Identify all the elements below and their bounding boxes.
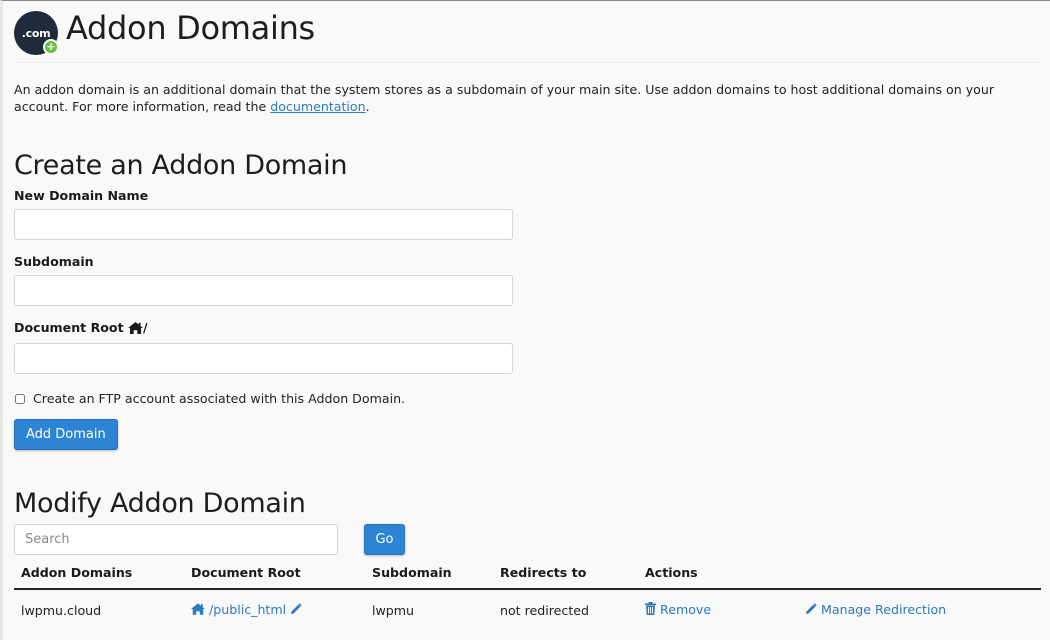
manage-redirection-label: Manage Redirection <box>821 602 947 617</box>
intro-suffix: . <box>365 99 370 114</box>
page-title: Addon Domains <box>66 9 315 47</box>
ftp-account-checkbox[interactable] <box>15 393 25 404</box>
new-domain-name-label: New Domain Name <box>14 188 149 203</box>
logo-text: .com <box>21 26 51 40</box>
cell-document-root: /public_html <box>184 589 365 630</box>
remove-label: Remove <box>660 602 712 617</box>
table-header-row: Addon Domains Document Root Subdomain Re… <box>14 561 1041 590</box>
subdomain-group: Subdomain <box>14 254 1041 306</box>
document-root-input[interactable] <box>14 343 513 374</box>
column-header-redirects-to[interactable]: Redirects to <box>493 561 638 590</box>
cell-domain: lwpmu.cloud <box>21 602 102 618</box>
cell-manage-redirection: Manage Redirection <box>798 589 1041 630</box>
document-root-label-text: Document Root <box>14 320 124 335</box>
pencil-icon[interactable] <box>290 603 302 618</box>
document-root-path: /public_html <box>209 602 287 617</box>
ftp-account-label: Create an FTP account associated with th… <box>33 391 406 406</box>
column-header-subdomain[interactable]: Subdomain <box>365 561 493 590</box>
documentation-link[interactable]: documentation <box>270 99 365 114</box>
go-button[interactable]: Go <box>364 524 405 555</box>
manage-redirection-link[interactable]: Manage Redirection <box>805 602 946 617</box>
subdomain-label: Subdomain <box>14 254 94 269</box>
modify-section-title: Modify Addon Domain <box>14 488 306 519</box>
document-root-group: Document Root / <box>14 320 1041 374</box>
subdomain-input[interactable] <box>14 275 513 306</box>
new-domain-name-input[interactable] <box>14 209 513 240</box>
document-root-label-suffix: / <box>142 320 148 335</box>
plus-badge-icon: + <box>43 39 59 55</box>
addon-domains-page: .com + Addon Domains An addon domain is … <box>14 1 1041 630</box>
add-domain-button[interactable]: Add Domain <box>14 419 118 450</box>
remove-link[interactable]: Remove <box>645 602 711 617</box>
search-input[interactable] <box>14 524 338 555</box>
trash-icon <box>645 602 656 618</box>
home-icon <box>128 322 143 337</box>
cell-redirects-to: not redirected <box>500 602 590 618</box>
table-row: lwpmu.cloud /public_html lwpmu not redir… <box>14 589 1041 630</box>
page-header: .com + Addon Domains <box>14 1 1041 63</box>
column-header-addon-domains[interactable]: Addon Domains <box>14 561 184 590</box>
home-icon <box>191 603 205 618</box>
column-header-blank <box>798 561 1041 590</box>
intro-text: An addon domain is an additional domain … <box>14 81 1024 115</box>
intro-body: An addon domain is an additional domain … <box>14 82 995 114</box>
document-root-label: Document Root / <box>14 320 1041 337</box>
search-row: Go <box>14 524 1041 558</box>
ftp-account-option: Create an FTP account associated with th… <box>14 391 1041 406</box>
cell-remove: Remove <box>638 589 798 630</box>
create-section-title: Create an Addon Domain <box>14 150 348 181</box>
cell-subdomain: lwpmu <box>372 602 415 618</box>
column-header-actions: Actions <box>638 561 798 590</box>
column-header-document-root[interactable]: Document Root <box>184 561 365 590</box>
addon-domains-table: Addon Domains Document Root Subdomain Re… <box>14 561 1041 630</box>
document-root-link[interactable]: /public_html <box>191 602 286 617</box>
pencil-icon <box>805 603 817 618</box>
